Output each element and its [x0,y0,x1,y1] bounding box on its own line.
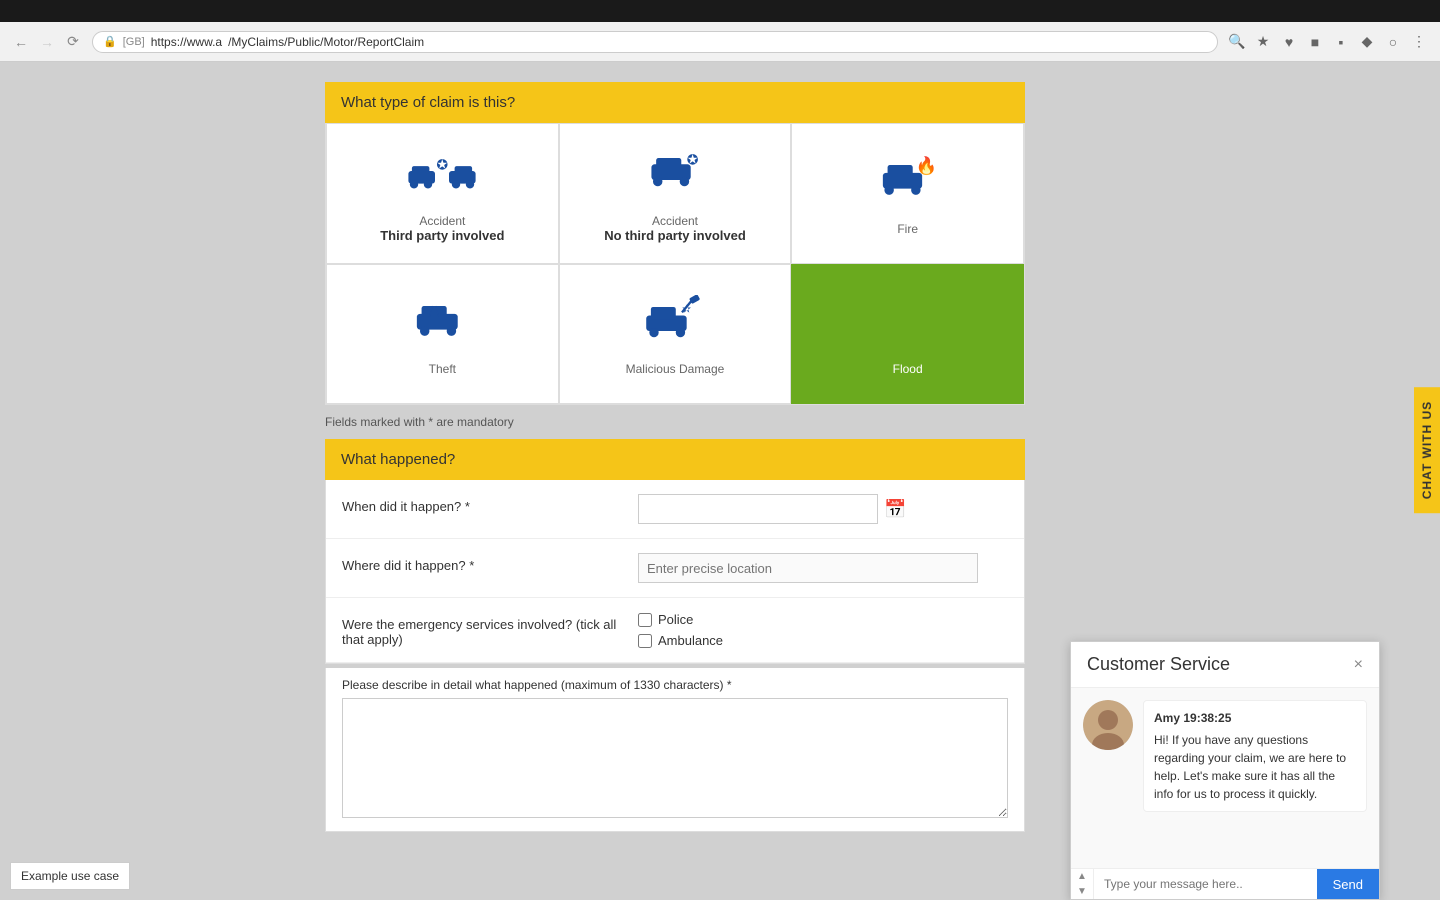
customer-service-chat: Customer Service × Amy 19:38:25 Hi! If y… [1070,641,1380,900]
claim-card-fire[interactable]: 🔥 Fire [791,123,1024,264]
chat-title: Customer Service [1087,654,1230,675]
url-left: https://www.a [151,35,222,49]
chat-close-button[interactable]: × [1354,656,1363,674]
mandatory-note: Fields marked with * are mandatory [325,405,1025,439]
extension-icon3[interactable]: ▪ [1330,31,1352,53]
ambulance-checkbox[interactable] [638,634,652,648]
when-label: When did it happen? * [342,494,622,514]
chat-scroll-buttons: ▲ ▼ [1071,869,1094,899]
chat-input-area: ▲ ▼ Send [1071,868,1379,899]
claim-type-header: What type of claim is this? [325,82,1025,123]
example-badge-label: Example use case [21,869,119,883]
svg-text:✫: ✫ [682,303,691,315]
url-right: /MyClaims/Public/Motor/ReportClaim [228,35,424,49]
main-form: What type of claim is this? [325,82,1025,900]
calendar-icon[interactable]: 📅 [884,499,906,520]
when-input-area: 📅 [638,494,1008,524]
police-checkbox[interactable] [638,613,652,627]
extension-icon5[interactable]: ○ [1382,31,1404,53]
chat-text-input[interactable] [1094,869,1317,899]
claim-card-flood[interactable]: Flood [791,264,1024,404]
when-row: When did it happen? * 📅 [326,480,1024,539]
what-happened-header: What happened? [325,439,1025,480]
menu-icon[interactable]: ⋮ [1408,31,1430,53]
search-icon[interactable]: 🔍 [1226,31,1248,53]
chat-message-text: Hi! If you have any questions regarding … [1154,733,1346,801]
svg-text:🔥: 🔥 [916,155,938,175]
browser-toolbar: 🔍 ★ ♥ ■ ▪ ◆ ○ ⋮ [1226,31,1430,53]
example-badge: Example use case [10,862,130,890]
where-label: Where did it happen? * [342,553,622,573]
chat-header: Customer Service × [1071,642,1379,688]
chat-tab-label: CHAT WITH US [1420,401,1434,499]
svg-text:✪: ✪ [437,156,449,172]
extension-icon4[interactable]: ◆ [1356,31,1378,53]
message-bubble: Amy 19:38:25 Hi! If you have any questio… [1143,700,1367,812]
claim-type-grid: ✪ Accident Third party involved ✪ [325,123,1025,405]
scroll-down-button[interactable]: ▼ [1071,884,1093,899]
police-label: Police [658,612,693,627]
theft-label: Theft [429,362,456,376]
where-input[interactable] [638,553,978,583]
where-input-area [638,553,1008,583]
browser-chrome: ← → ⟳ 🔒 [GB] https://www.a /MyClaims/Pub… [0,22,1440,62]
claim-card-accident-third-party[interactable]: ✪ Accident Third party involved [326,123,559,264]
describe-label: Please describe in detail what happened … [342,678,1008,692]
accident-tp-sublabel: Third party involved [380,228,504,243]
malicious-damage-icon: ✫ [640,292,710,352]
back-button[interactable]: ← [10,31,32,53]
ambulance-checkbox-item[interactable]: Ambulance [638,633,1008,648]
emergency-row: Were the emergency services involved? (t… [326,598,1024,663]
describe-section: Please describe in detail what happened … [325,668,1025,832]
nav-buttons: ← → ⟳ [10,31,84,53]
emergency-checkboxes: Police Ambulance [638,612,1008,648]
chat-body: Amy 19:38:25 Hi! If you have any questio… [1071,688,1379,868]
lock-icon: 🔒 [103,35,117,48]
extension-icon1[interactable]: ♥ [1278,31,1300,53]
claim-card-accident-no-third-party[interactable]: ✪ Accident No third party involved [559,123,792,264]
claim-card-malicious-damage[interactable]: ✫ Malicious Damage [559,264,792,404]
police-checkbox-item[interactable]: Police [638,612,1008,627]
emergency-label: Were the emergency services involved? (t… [342,612,622,647]
flood-label: Flood [893,362,923,376]
refresh-button[interactable]: ⟳ [62,31,84,53]
accident-no-tp-sublabel: No third party involved [604,228,746,243]
claim-type-title: What type of claim is this? [341,94,515,111]
chat-with-us-tab[interactable]: CHAT WITH US [1414,387,1440,513]
accident-no-tp-label: Accident [652,214,698,228]
accident-no-tp-icon: ✪ [640,144,710,204]
scroll-up-button[interactable]: ▲ [1071,869,1093,884]
accident-third-party-icon: ✪ [407,144,477,204]
where-row: Where did it happen? * [326,539,1024,598]
agent-name-time: Amy 19:38:25 [1154,709,1356,727]
forward-button[interactable]: → [36,31,58,53]
extension-icon2[interactable]: ■ [1304,31,1326,53]
malicious-damage-label: Malicious Damage [626,362,725,376]
claim-card-theft[interactable]: Theft [326,264,559,404]
describe-textarea[interactable] [342,698,1008,818]
when-input[interactable] [638,494,878,524]
star-icon[interactable]: ★ [1252,31,1274,53]
agent-avatar [1083,700,1133,750]
emergency-input-area: Police Ambulance [638,612,1008,648]
ambulance-label: Ambulance [658,633,723,648]
theft-icon [407,292,477,352]
taskbar [0,0,1440,22]
chat-message: Amy 19:38:25 Hi! If you have any questio… [1083,700,1367,812]
form-section: When did it happen? * 📅 Where did it hap… [325,480,1025,664]
describe-wrapper: Please describe in detail what happened … [326,668,1024,831]
fire-icon: 🔥 [873,152,943,212]
svg-text:✪: ✪ [687,151,699,167]
send-button[interactable]: Send [1317,869,1379,899]
fire-label: Fire [897,222,918,236]
region-tag: [GB] [123,36,145,48]
what-happened-title: What happened? [341,451,455,468]
accident-tp-label: Accident [419,214,465,228]
address-bar[interactable]: 🔒 [GB] https://www.a /MyClaims/Public/Mo… [92,31,1218,53]
